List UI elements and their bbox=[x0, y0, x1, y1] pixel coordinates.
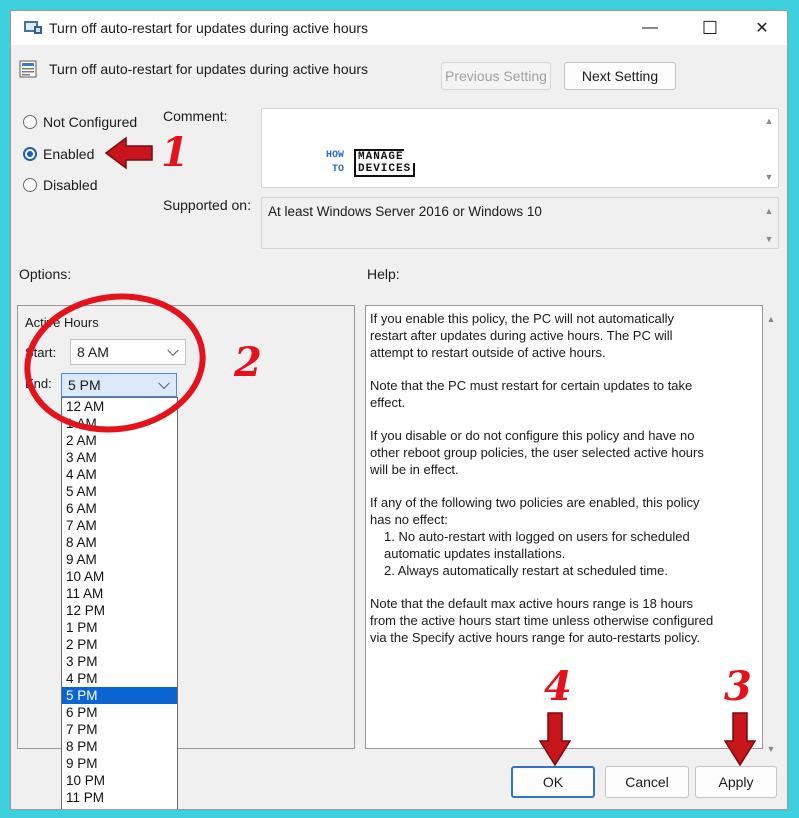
logo-to: TO bbox=[332, 164, 345, 175]
radio-circle-checked bbox=[23, 147, 37, 161]
policy-settings-icon bbox=[24, 21, 42, 34]
help-paragraph: Note that the PC must restart for certai… bbox=[370, 378, 693, 410]
logo-manage: MANAGE bbox=[354, 149, 404, 163]
radio-label: Enabled bbox=[43, 146, 95, 162]
dropdown-option[interactable]: 7 PM bbox=[62, 721, 177, 738]
minimize-button[interactable]: — bbox=[627, 11, 673, 45]
radio-circle bbox=[23, 115, 37, 129]
setting-icon bbox=[19, 60, 37, 78]
dropdown-option[interactable]: 8 PM bbox=[62, 738, 177, 755]
dropdown-option[interactable]: 10 PM bbox=[62, 772, 177, 789]
scroll-down-icon[interactable]: ▼ bbox=[764, 172, 774, 182]
supported-on-field: At least Windows Server 2016 or Windows … bbox=[261, 197, 779, 249]
setting-name: Turn off auto-restart for updates during… bbox=[49, 61, 369, 77]
radio-disabled[interactable]: Disabled bbox=[23, 177, 97, 193]
help-label: Help: bbox=[367, 266, 400, 282]
dropdown-option[interactable]: 8 AM bbox=[62, 534, 177, 551]
help-paragraph: If you enable this policy, the PC will n… bbox=[370, 311, 674, 360]
minimize-icon: — bbox=[642, 19, 658, 36]
radio-label: Not Configured bbox=[43, 114, 138, 130]
annotation-arrow-down-icon bbox=[723, 712, 757, 767]
scroll-up-icon[interactable]: ▲ bbox=[764, 116, 774, 126]
dropdown-option[interactable]: 3 PM bbox=[62, 653, 177, 670]
supported-on-value: At least Windows Server 2016 or Windows … bbox=[268, 204, 542, 219]
dropdown-option[interactable]: 6 AM bbox=[62, 500, 177, 517]
previous-setting-button[interactable]: Previous Setting bbox=[441, 62, 551, 90]
ok-button[interactable]: OK bbox=[511, 766, 595, 798]
dropdown-option[interactable]: 3 AM bbox=[62, 449, 177, 466]
close-icon: ✕ bbox=[755, 20, 769, 37]
supported-on-label: Supported on: bbox=[163, 197, 251, 213]
radio-not-configured[interactable]: Not Configured bbox=[23, 114, 137, 130]
help-list-item: 2. Always automatically restart at sched… bbox=[384, 563, 668, 578]
dropdown-option[interactable]: 4 PM bbox=[62, 670, 177, 687]
help-paragraph: Note that the default max active hours r… bbox=[370, 596, 714, 645]
dropdown-option[interactable]: 1 PM bbox=[62, 619, 177, 636]
dropdown-option[interactable]: 11 PM bbox=[62, 789, 177, 806]
comment-label: Comment: bbox=[163, 108, 228, 124]
help-paragraph: If any of the following two policies are… bbox=[370, 495, 700, 527]
dropdown-option[interactable]: 9 AM bbox=[62, 551, 177, 568]
logo-devices: DEVICES bbox=[354, 163, 416, 177]
annotation-number-2: 2 bbox=[234, 339, 262, 386]
dropdown-option[interactable]: 5 AM bbox=[62, 483, 177, 500]
maximize-icon: ☐ bbox=[701, 17, 719, 38]
title-bar: Turn off auto-restart for updates during… bbox=[11, 11, 787, 45]
radio-enabled[interactable]: Enabled bbox=[23, 146, 94, 162]
dropdown-option[interactable]: 7 AM bbox=[62, 517, 177, 534]
scroll-up-icon[interactable]: ▲ bbox=[766, 314, 776, 324]
annotation-number-1: 1 bbox=[161, 129, 189, 176]
dropdown-option[interactable]: 10 AM bbox=[62, 568, 177, 585]
scroll-up-icon[interactable]: ▲ bbox=[764, 206, 774, 216]
annotation-number-3: 3 bbox=[724, 663, 752, 710]
dropdown-option[interactable]: 2 PM bbox=[62, 636, 177, 653]
annotation-arrow-left-icon bbox=[104, 136, 153, 170]
scroll-down-icon[interactable]: ▼ bbox=[766, 744, 776, 754]
help-paragraph: If you disable or do not configure this … bbox=[370, 428, 704, 477]
policy-dialog: Turn off auto-restart for updates during… bbox=[10, 10, 788, 810]
annotation-circle bbox=[24, 293, 206, 433]
scroll-down-icon[interactable]: ▼ bbox=[764, 234, 774, 244]
dropdown-option[interactable]: 5 PM bbox=[62, 687, 177, 704]
dropdown-option[interactable]: 12 PM bbox=[62, 602, 177, 619]
maximize-button[interactable]: ☐ bbox=[687, 11, 733, 45]
radio-label: Disabled bbox=[43, 177, 98, 193]
logo-how: HOW bbox=[326, 150, 345, 161]
annotation-number-4: 4 bbox=[544, 663, 572, 710]
next-setting-button[interactable]: Next Setting bbox=[564, 62, 676, 90]
radio-circle bbox=[23, 178, 37, 192]
apply-button[interactable]: Apply bbox=[695, 766, 777, 798]
annotation-arrow-down-icon bbox=[538, 712, 572, 767]
options-label: Options: bbox=[19, 266, 72, 282]
dropdown-option[interactable]: 9 PM bbox=[62, 755, 177, 772]
cancel-button[interactable]: Cancel bbox=[605, 766, 689, 798]
window-title: Turn off auto-restart for updates during… bbox=[49, 20, 369, 36]
close-button[interactable]: ✕ bbox=[739, 11, 785, 45]
dropdown-option[interactable]: 4 AM bbox=[62, 466, 177, 483]
help-list-item: 1. No auto-restart with logged on users … bbox=[384, 529, 690, 561]
dropdown-option[interactable]: 11 AM bbox=[62, 585, 177, 602]
end-time-dropdown-list[interactable]: 12 AM 1 AM 2 AM 3 AM 4 AM 5 AM 6 AM 7 AM 8 AM 9 A… bbox=[61, 397, 178, 809]
howtomanagedevices-logo: HOW MANAGE TO DEVICES bbox=[326, 149, 416, 177]
comment-input[interactable]: HOW MANAGE TO DEVICES ▲ ▼ bbox=[261, 108, 779, 188]
dropdown-option[interactable]: 6 PM bbox=[62, 704, 177, 721]
